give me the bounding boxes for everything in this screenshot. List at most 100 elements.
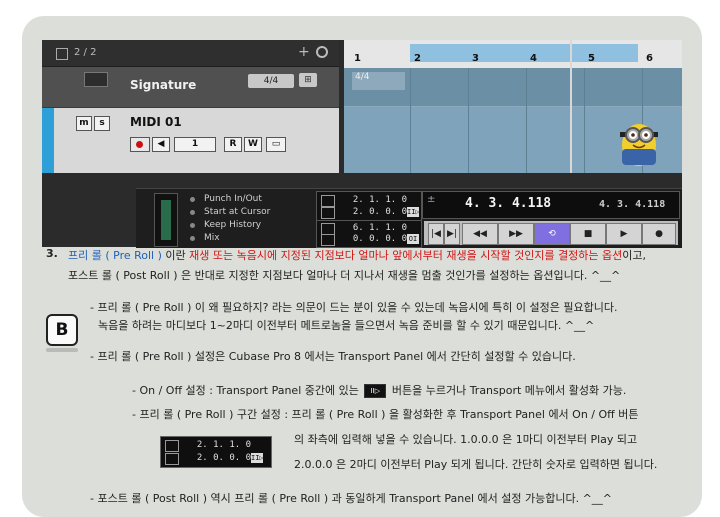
example-preroll-value: 2. 1. 1. 0 [196,440,251,450]
sub-range-cont-1: 의 좌측에 입력해 넣을 수 있습니다. 1.0.0.0 은 1마디 이전부터 … [294,433,638,446]
preroll-term: 프리 롤 ( Pre Roll ) [68,249,162,262]
playhead[interactable] [570,40,572,173]
record-options: Punch In/Out Start at Cursor Keep Histor… [184,193,310,245]
signature-lane: 4/4 [344,68,682,106]
ruler-bar-6: 6 [646,53,653,64]
arrange-window: 1 2 3 4 5 6 4/4 [344,40,682,173]
example-preroll-row: 2. 1. 1. 0 [165,440,265,453]
metronome-icon[interactable]: ⊞ [299,73,317,87]
preroll-button-icon: II▷ [364,384,387,398]
channel-value: 1 [191,139,199,149]
preroll-field-example: 2. 1. 1. 0 2. 0. 0. 0 II▷ [160,436,272,468]
transport-panel: Punch In/Out Start at Cursor Keep Histor… [136,188,682,248]
read-button[interactable]: R [224,137,242,152]
ruler-bar-3: 3 [472,53,479,64]
sub-onoff-a: - On / Off 설정 : Transport Panel 중간에 있는 [132,384,359,397]
definition-line-2: 포스트 롤 ( Post Roll ) 은 반대로 지정한 지점보다 얼마나 더… [68,269,621,282]
transport-buttons: |◀ ▶| ◀◀ ▶▶ ⟲ ■ ▶ ● [424,221,678,245]
item-number: 3. [46,247,58,260]
track-list: 2 / 2 + Signature 4/4 ⊞ m s MIDI 01 ◀ 1 [42,40,339,173]
option-keep-history[interactable]: Keep History [184,219,310,232]
write-button[interactable]: W [244,137,262,152]
left-locator-value[interactable]: 6. 1. 1. 0 [353,223,407,233]
badge-shadow [46,348,78,352]
bullet-why-2: 녹음을 하려는 마디보다 1~2마디 이전부터 메트로놈을 들으면서 녹음 준비… [98,319,595,332]
channel-selector[interactable]: 1 [174,137,216,152]
grid-line [584,68,585,173]
forward-icon[interactable]: ▶▶ [498,223,534,245]
midi-track[interactable]: m s MIDI 01 ◀ 1 R W ▭ [54,108,339,173]
cycle-icon[interactable]: ⟲ [534,223,570,245]
record-icon[interactable]: ● [642,223,676,245]
option-mix[interactable]: Mix [184,232,310,245]
edit-icon[interactable]: ▭ [266,137,286,152]
postroll-toggle-icon[interactable]: OI [407,234,419,244]
option-punch[interactable]: Punch In/Out [184,193,310,206]
track-list-header: 2 / 2 + [42,40,339,67]
preroll-toggle-icon[interactable]: II▷ [407,207,420,217]
definition-connector: 이란 [161,249,190,262]
definition-line-1: 프리 롤 ( Pre Roll ) 이란 재생 또는 녹음시에 지정된 지점보다… [68,247,646,263]
grid-line [526,68,527,173]
example-toggle-icon: II▷ [251,453,264,463]
signature-event[interactable]: 4/4 [352,72,405,90]
definition-end: 이고, [622,249,647,262]
monitor-icon[interactable]: ◀ [152,137,170,152]
track-count: 2 / 2 [74,47,97,58]
minion-sticker [620,124,658,166]
stop-icon[interactable]: ■ [570,223,606,245]
preroll-icon [321,195,335,207]
record-button[interactable] [130,137,150,152]
postroll-value[interactable]: 2. 0. 0. 0 [353,207,407,217]
mute-button[interactable]: m [76,116,92,131]
go-to-start-icon[interactable]: |◀ [428,223,444,245]
definition-highlight: 재생 또는 녹음시에 지정된 지점보다 얼마나 앞에서부터 재생을 시작할 것인… [189,249,623,262]
right-locator-field[interactable]: 0. 0. 0. 0 OI [321,234,421,247]
example-postroll-row: 2. 0. 0. 0 II▷ [165,453,265,466]
postroll-field[interactable]: 2. 0. 0. 0 II▷ [321,207,421,220]
example-postroll-icon [165,453,179,465]
sub-onoff: - On / Off 설정 : Transport Panel 중간에 있는 I… [132,382,626,398]
search-icon[interactable] [316,46,328,58]
sub-onoff-b: 버튼을 누르거나 Transport 메뉴에서 활성화 가능. [391,384,627,397]
grid-line [410,68,411,173]
right-locator-value[interactable]: 0. 0. 0. 0 [353,234,407,244]
position-secondary: 4. 3. 4.118 [599,199,666,210]
signature-track[interactable]: Signature 4/4 ⊞ [42,67,339,107]
cycle-locators-box: 6. 1. 1. 0 0. 0. 0. 0 OI [316,220,422,248]
example-preroll-icon [165,440,179,452]
right-locator-icon [321,234,335,246]
solo-button[interactable]: s [94,116,110,131]
cubase-screenshot: 2 / 2 + Signature 4/4 ⊞ m s MIDI 01 ◀ 1 [42,40,682,248]
sub-range: - 프리 롤 ( Pre Roll ) 구간 설정 : 프리 롤 ( Pre R… [132,408,639,421]
nudge-icon[interactable]: ± [427,194,435,205]
lock-icon[interactable] [84,72,108,87]
level-meter [154,193,178,247]
preroll-value[interactable]: 2. 1. 1. 0 [353,195,407,205]
ruler-bar-2: 2 [414,53,421,64]
ruler-bar-1: 1 [354,53,361,64]
ruler-bar-5: 5 [588,53,595,64]
position-main: 4. 3. 4.118 [465,196,552,211]
list-icon[interactable] [56,48,68,60]
midi-track-name: MIDI 01 [130,115,182,129]
rewind-icon[interactable]: ◀◀ [462,223,498,245]
play-icon[interactable]: ▶ [606,223,642,245]
cycle-region[interactable] [410,44,638,62]
ruler-bar-4: 4 [530,53,537,64]
add-icon[interactable]: + [298,44,310,60]
go-to-end-icon[interactable]: ▶| [444,223,460,245]
example-postroll-value: 2. 0. 0. 0 [196,453,251,463]
ruler[interactable]: 1 2 3 4 5 6 [344,40,682,68]
sub-range-cont-2: 2.0.0.0 은 2마디 이전부터 Play 되게 됩니다. 간단히 숫자로 … [294,458,658,471]
time-display[interactable]: ± 4. 3. 4.118 4. 3. 4.118 [422,191,680,219]
signature-track-name: Signature [130,78,197,92]
postroll-icon [321,207,335,219]
section-badge: B [46,314,78,346]
midi-track-color [42,108,54,173]
preroll-postroll-box: 2. 1. 1. 0 2. 0. 0. 0 II▷ [316,191,422,221]
signature-value[interactable]: 4/4 [248,74,294,88]
bullet-setting: - 프리 롤 ( Pre Roll ) 설정은 Cubase Pro 8 에서는… [90,350,576,363]
bullet-why-1: - 프리 롤 ( Pre Roll ) 이 왜 필요하지? 라는 의문이 드는 … [90,301,618,314]
option-start-at-cursor[interactable]: Start at Cursor [184,206,310,219]
